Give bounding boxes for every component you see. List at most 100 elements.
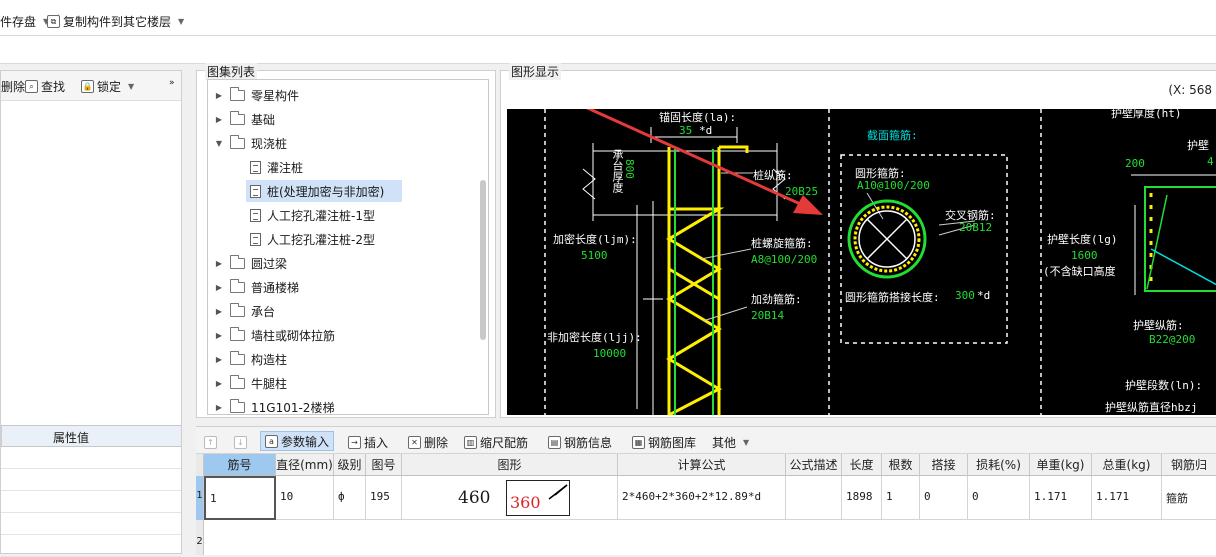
column-header[interactable]: 公式描述 [786, 454, 842, 476]
copy-to-other-floors-button[interactable]: ⧉ 复制构件到其它楼层 ▼ [47, 12, 184, 30]
chevron-down-icon[interactable]: ▼ [128, 82, 134, 91]
tree-item-folder[interactable]: ▶ 11G101-2楼梯 [214, 396, 334, 418]
count-cell[interactable]: 1 [882, 476, 920, 520]
shape-code-cell[interactable]: 195 [366, 476, 402, 520]
expand-arrow-icon[interactable]: ▶ [214, 355, 224, 364]
property-row[interactable] [1, 535, 181, 557]
grade-cell[interactable]: ф [334, 476, 366, 520]
lock-button[interactable]: 🔒 锁定 ▼ [81, 78, 134, 95]
formula-desc-cell[interactable] [786, 476, 842, 520]
column-header[interactable]: 搭接 [920, 454, 968, 476]
tree-item-leaf-selected[interactable]: 桩(处理加密与非加密) [246, 180, 402, 202]
tree-item-folder[interactable]: ▶ 承台 [214, 300, 275, 322]
delete-button[interactable]: 删除 [1, 78, 25, 95]
tree-item-folder[interactable]: ▶ 基础 [214, 108, 275, 130]
expand-arrow-icon[interactable]: ▶ [214, 283, 224, 292]
tree-scrollbar[interactable] [480, 180, 486, 340]
tree-item-folder[interactable]: ▶ 普通楼梯 [214, 276, 299, 298]
overflow-chevron-icon[interactable]: » [169, 78, 175, 88]
dense-length-label: 加密长度(ljm): [553, 233, 637, 246]
property-row[interactable] [1, 469, 181, 491]
copy-label: 复制构件到其它楼层 [63, 14, 172, 29]
move-up-button[interactable]: ↑ [204, 433, 217, 451]
bar-number-cell[interactable]: 1 [204, 476, 276, 520]
tree-item-folder[interactable]: ▶ 零星构件 [214, 84, 299, 106]
long-bar-label: 桩纵筋: [753, 169, 793, 182]
column-header[interactable]: 直径(mm) [276, 454, 334, 476]
property-row[interactable] [1, 491, 181, 513]
tree-item-folder-expanded[interactable]: ▼ 现浇桩 [214, 132, 287, 154]
wall-length-value: 1600 [1071, 249, 1098, 262]
param-input-button[interactable]: a 参数输入 [260, 431, 335, 451]
insert-button[interactable]: → 插入 [348, 433, 388, 451]
unit-weight-cell[interactable]: 1.171 [1030, 476, 1092, 520]
folder-icon [230, 302, 245, 317]
tree-item-label: 人工挖孔灌注桩-2型 [267, 232, 375, 247]
non-dense-length-value: 10000 [593, 347, 627, 360]
tree-item-leaf[interactable]: 人工挖孔灌注桩-1型 [250, 204, 375, 226]
copy-icon: ⧉ [47, 14, 60, 28]
save-to-disk-button[interactable]: 件存盘 ▼ [0, 12, 49, 30]
formula-cell[interactable]: 2*460+2*360+2*12.89*d [618, 476, 786, 520]
expand-arrow-icon[interactable]: ▶ [214, 379, 224, 388]
folder-icon [230, 86, 245, 101]
delete-row-button[interactable]: ✕ 删除 [408, 433, 448, 451]
hook-mark-icon [548, 484, 568, 500]
expand-arrow-icon[interactable]: ▶ [214, 403, 224, 412]
collapse-arrow-icon[interactable]: ▼ [214, 139, 224, 148]
wall-partial-label: 护壁 [1187, 139, 1209, 152]
param-input-label: 参数输入 [281, 434, 330, 449]
column-header[interactable]: 筋号 [204, 454, 276, 476]
tree-item-folder[interactable]: ▶ 墙柱或砌体拉筋 [214, 324, 335, 346]
column-header[interactable]: 损耗(%) [968, 454, 1030, 476]
tree-item-leaf[interactable]: 灌注桩 [250, 156, 303, 178]
tree-item-leaf[interactable]: 人工挖孔灌注桩-2型 [250, 228, 375, 250]
diameter-cell[interactable]: 10 [276, 476, 334, 520]
rebar-library-button[interactable]: ▦ 钢筋图库 [632, 433, 696, 451]
search-icon: ⌕ [25, 80, 38, 93]
lap-cell[interactable]: 0 [920, 476, 968, 520]
column-header[interactable]: 图号 [366, 454, 402, 476]
row-number[interactable]: 2 [196, 520, 204, 555]
column-header[interactable]: 根数 [882, 454, 920, 476]
column-header[interactable]: 图形 [402, 454, 618, 476]
scale-rebar-button[interactable]: ▥ 缩尺配筋 [464, 433, 528, 451]
graphic-display-title: 图形显示 [509, 63, 562, 80]
rebar-info-button[interactable]: ▤ 钢筋信息 [548, 433, 612, 451]
property-row[interactable] [1, 447, 181, 469]
tree-item-label: 零星构件 [251, 88, 300, 103]
tree-item-label: 灌注桩 [267, 160, 304, 175]
tree-item-folder[interactable]: ▶ 圆过梁 [214, 252, 287, 274]
column-divider [1, 426, 2, 446]
column-header[interactable]: 总重(kg) [1092, 454, 1162, 476]
find-button[interactable]: ⌕ 查找 [25, 78, 65, 95]
column-header[interactable]: 单重(kg) [1030, 454, 1092, 476]
param-input-icon: a [265, 434, 278, 448]
tree-item-folder[interactable]: ▶ 牛腿柱 [214, 372, 287, 394]
length-cell[interactable]: 1898 [842, 476, 882, 520]
chevron-down-icon[interactable]: ▼ [178, 17, 184, 26]
expand-arrow-icon[interactable]: ▶ [214, 259, 224, 268]
expand-arrow-icon[interactable]: ▶ [214, 91, 224, 100]
column-header[interactable]: 级别 [334, 454, 366, 476]
row-number[interactable]: 1 [196, 476, 204, 520]
column-header[interactable]: 钢筋归 [1162, 454, 1216, 476]
cross-bar-value: 20B12 [959, 221, 993, 234]
expand-arrow-icon[interactable]: ▶ [214, 115, 224, 124]
other-menu-button[interactable]: 其他 ▼ [712, 433, 749, 451]
loss-cell[interactable]: 0 [968, 476, 1030, 520]
expand-arrow-icon[interactable]: ▶ [214, 307, 224, 316]
total-weight-cell[interactable]: 1.171 [1092, 476, 1162, 520]
property-row[interactable] [1, 513, 181, 535]
tree-item-label: 墙柱或砌体拉筋 [251, 328, 336, 343]
folder-icon [230, 254, 245, 269]
rebar-category-cell[interactable]: 箍筋 [1162, 476, 1216, 520]
tree-item-folder[interactable]: ▶ 构造柱 [214, 348, 287, 370]
cad-drawing-canvas[interactable]: 锚固长度(la): 35 *d 承台厚度 800 桩纵筋: 20B25 加密长度… [507, 109, 1216, 415]
expand-arrow-icon[interactable]: ▶ [214, 331, 224, 340]
circular-stirrup-value: A10@100/200 [857, 179, 930, 192]
move-down-button[interactable]: ↓ [234, 433, 247, 451]
column-header[interactable]: 长度 [842, 454, 882, 476]
shape-cell[interactable]: 460 360 [402, 476, 618, 520]
column-header[interactable]: 计算公式 [618, 454, 786, 476]
